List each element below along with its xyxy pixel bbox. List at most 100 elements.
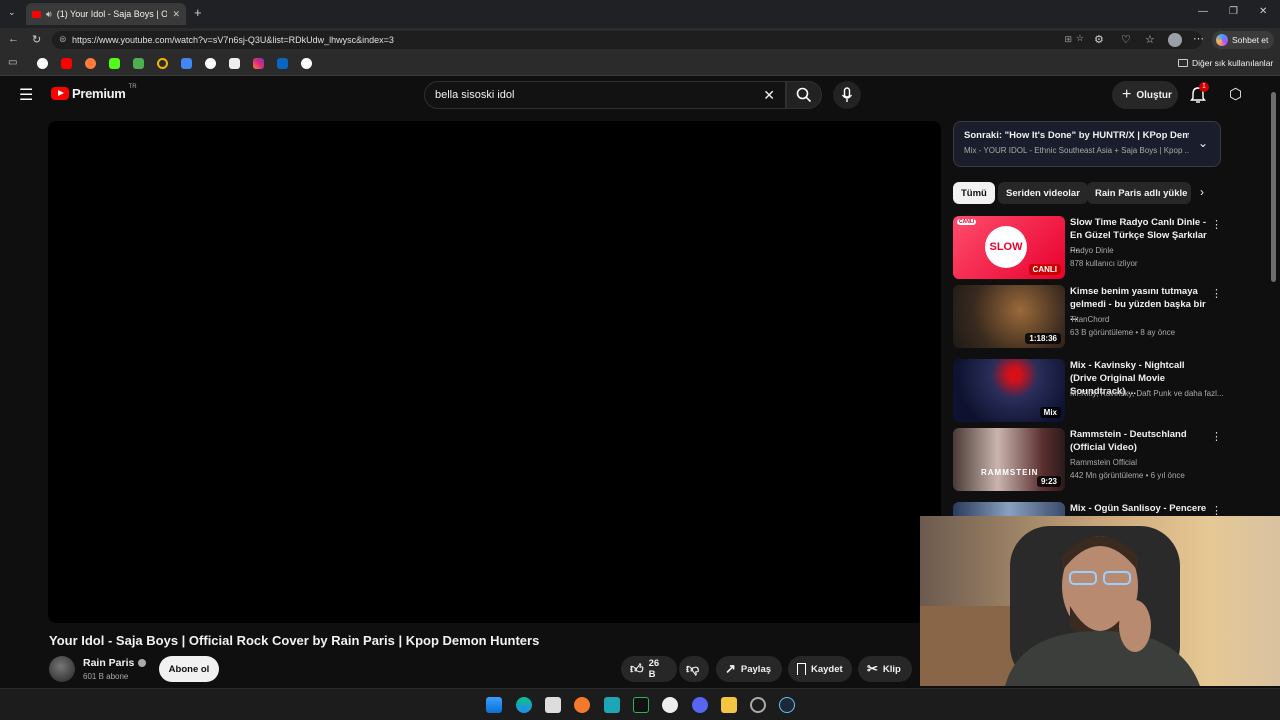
- openai-bookmark-icon[interactable]: [301, 58, 312, 69]
- scrollbar-thumb[interactable]: [1271, 92, 1276, 282]
- c-bookmark-icon[interactable]: [205, 58, 216, 69]
- create-button[interactable]: + Oluştur: [1112, 81, 1178, 109]
- file-explorer-icon[interactable]: [721, 697, 737, 713]
- video-thumbnail: RAMMSTEIN 9:23: [953, 428, 1065, 491]
- split-screen-icon[interactable]: ⊞: [1064, 34, 1072, 45]
- drive-bookmark-icon[interactable]: [181, 58, 192, 69]
- browser-tab[interactable]: 🔊︎ (1) Your Idol - Saja Boys | Offic ✕: [26, 3, 186, 25]
- maximize-icon[interactable]: ❐: [1229, 6, 1238, 17]
- audio-playing-icon[interactable]: 🔊︎: [46, 9, 52, 20]
- back-icon[interactable]: ←: [8, 33, 19, 45]
- share-button[interactable]: ↗ Paylaş: [716, 656, 782, 682]
- profile-avatar[interactable]: [1168, 33, 1182, 47]
- notifications-button[interactable]: 1: [1188, 82, 1210, 106]
- maya-icon[interactable]: [604, 697, 620, 713]
- save-button[interactable]: Kaydet: [788, 656, 852, 682]
- google-bookmark-icon[interactable]: [37, 58, 48, 69]
- youtube-bookmark-icon[interactable]: [61, 58, 72, 69]
- url-field[interactable]: ⊜ https://www.youtube.com/watch?v=sV7n6s…: [52, 31, 1202, 49]
- expand-chevron-icon[interactable]: ⌄: [1198, 136, 1208, 150]
- window-close-icon[interactable]: ✕: [1259, 6, 1267, 17]
- youtube-play-logo-icon: [51, 87, 69, 100]
- more-menu-icon[interactable]: ⋯: [1193, 32, 1204, 45]
- clear-search-icon[interactable]: ✕: [763, 87, 775, 104]
- youtube-logo[interactable]: Premium TR: [51, 83, 137, 101]
- list-item[interactable]: CANLI SLOW CANLI Slow Time Radyo Canlı D…: [953, 216, 1223, 280]
- dislike-button[interactable]: 👎︎: [679, 656, 709, 682]
- notion-bookmark-icon[interactable]: [229, 58, 240, 69]
- favorites-icon[interactable]: ☆: [1145, 33, 1155, 46]
- tab-close-icon[interactable]: ✕: [172, 9, 180, 20]
- linkedin-bookmark-icon[interactable]: [277, 58, 288, 69]
- site-info-icon[interactable]: ⊜: [59, 34, 67, 45]
- chip-series-label: Seriden videolar: [1006, 187, 1080, 199]
- like-button[interactable]: 👍︎ 26 B: [621, 656, 677, 682]
- channel-avatar[interactable]: [49, 656, 75, 682]
- address-bar-row: ← ↻ ⊜ https://www.youtube.com/watch?v=sV…: [0, 28, 1280, 52]
- list-item[interactable]: Mix Mix - Kavinsky - Nightcall (Drive Or…: [953, 359, 1224, 423]
- subscribe-button[interactable]: Abone ol: [159, 656, 219, 682]
- more-options-icon[interactable]: ⋮: [1211, 430, 1222, 443]
- search-button[interactable]: [786, 81, 822, 109]
- live-top-badge: CANLI: [957, 219, 977, 225]
- tab-list-icon[interactable]: ⌄: [8, 7, 16, 18]
- browser-essentials-icon[interactable]: ♡: [1121, 33, 1131, 46]
- subscribe-label: Abone ol: [168, 663, 210, 675]
- star-bookmark-icon[interactable]: [85, 58, 96, 69]
- github-icon[interactable]: [662, 697, 678, 713]
- new-tab-icon[interactable]: +: [194, 5, 202, 20]
- youtube-favicon-icon: [32, 10, 42, 18]
- voice-search-button[interactable]: [833, 81, 861, 109]
- bookmark-icon: [797, 663, 806, 675]
- video-player[interactable]: [48, 121, 941, 623]
- url-text: https://www.youtube.com/watch?v=sV7n6sj-…: [72, 35, 394, 45]
- paint-icon[interactable]: [545, 697, 561, 713]
- thumbnail-overlay-text: RAMMSTEIN: [981, 468, 1039, 477]
- save-label: Kaydet: [811, 663, 843, 675]
- more-options-icon[interactable]: ⋮: [1211, 287, 1222, 300]
- extensions-icon[interactable]: ⚙: [1094, 33, 1104, 46]
- copilot-chat-button[interactable]: Sohbet et: [1212, 31, 1274, 49]
- account-cube-icon[interactable]: ⬡: [1229, 85, 1242, 103]
- search-input[interactable]: bella sisoski idol ✕: [424, 81, 786, 109]
- refresh-icon[interactable]: ↻: [32, 33, 41, 46]
- webcam-person-image: [920, 516, 1280, 686]
- gamepad-icon[interactable]: ▭: [8, 57, 17, 68]
- edge-icon[interactable]: [516, 697, 532, 713]
- steam-icon[interactable]: [779, 697, 795, 713]
- bookmarks-bar: ▭ Diğer sık kullanılanlar: [0, 52, 1280, 76]
- recommendation-channel: Radyo Dinle: [1070, 246, 1114, 255]
- up-next-title: Sonraki: "How It's Done" by HUNTR/X | KP…: [964, 130, 1189, 141]
- clip-button[interactable]: ✂ Klip: [858, 656, 912, 682]
- share-label: Paylaş: [740, 663, 772, 675]
- chip-channel-uploads[interactable]: Rain Paris adlı yükle: [1087, 182, 1191, 204]
- chip-all[interactable]: Tümü: [953, 182, 995, 204]
- chips-next-chevron-icon[interactable]: ›: [1200, 185, 1204, 199]
- list-item[interactable]: RAMMSTEIN 9:23 Rammstein - Deutschland (…: [953, 428, 1223, 492]
- favorite-star-icon[interactable]: ☆: [1076, 33, 1084, 44]
- circle-bookmark-icon[interactable]: [157, 58, 168, 69]
- hamburger-menu-icon[interactable]: ☰: [19, 85, 33, 105]
- pycharm-icon[interactable]: [633, 697, 649, 713]
- minimize-icon[interactable]: —: [1198, 6, 1208, 17]
- blender-icon[interactable]: [574, 697, 590, 713]
- recommendation-meta: 878 kullanıcı izliyor: [1070, 259, 1138, 268]
- search-icon: [796, 87, 812, 103]
- kick-bookmark-icon[interactable]: [109, 58, 120, 69]
- chip-series-videos[interactable]: Seriden videolar: [998, 182, 1088, 204]
- recommendation-channel: Rammstein Official: [1070, 458, 1137, 467]
- sheets-bookmark-icon[interactable]: [133, 58, 144, 69]
- logo-region: TR: [128, 83, 137, 90]
- settings-icon[interactable]: [750, 697, 766, 713]
- discord-icon[interactable]: [692, 697, 708, 713]
- windows-start-icon[interactable]: [486, 697, 502, 713]
- copilot-icon: [1216, 34, 1228, 46]
- share-icon: ↗: [725, 661, 736, 676]
- list-item[interactable]: 1:18:36 Kimse benim yasını tutmaya gelme…: [953, 285, 1223, 349]
- instagram-bookmark-icon[interactable]: [253, 58, 264, 69]
- channel-name[interactable]: Rain Paris: [83, 657, 147, 669]
- thumbs-up-icon: 👍︎: [630, 661, 644, 676]
- more-options-icon[interactable]: ⋮: [1211, 218, 1222, 231]
- other-favorites-folder[interactable]: Diğer sık kullanılanlar: [1178, 58, 1273, 68]
- up-next-panel[interactable]: Sonraki: "How It's Done" by HUNTR/X | KP…: [953, 121, 1221, 167]
